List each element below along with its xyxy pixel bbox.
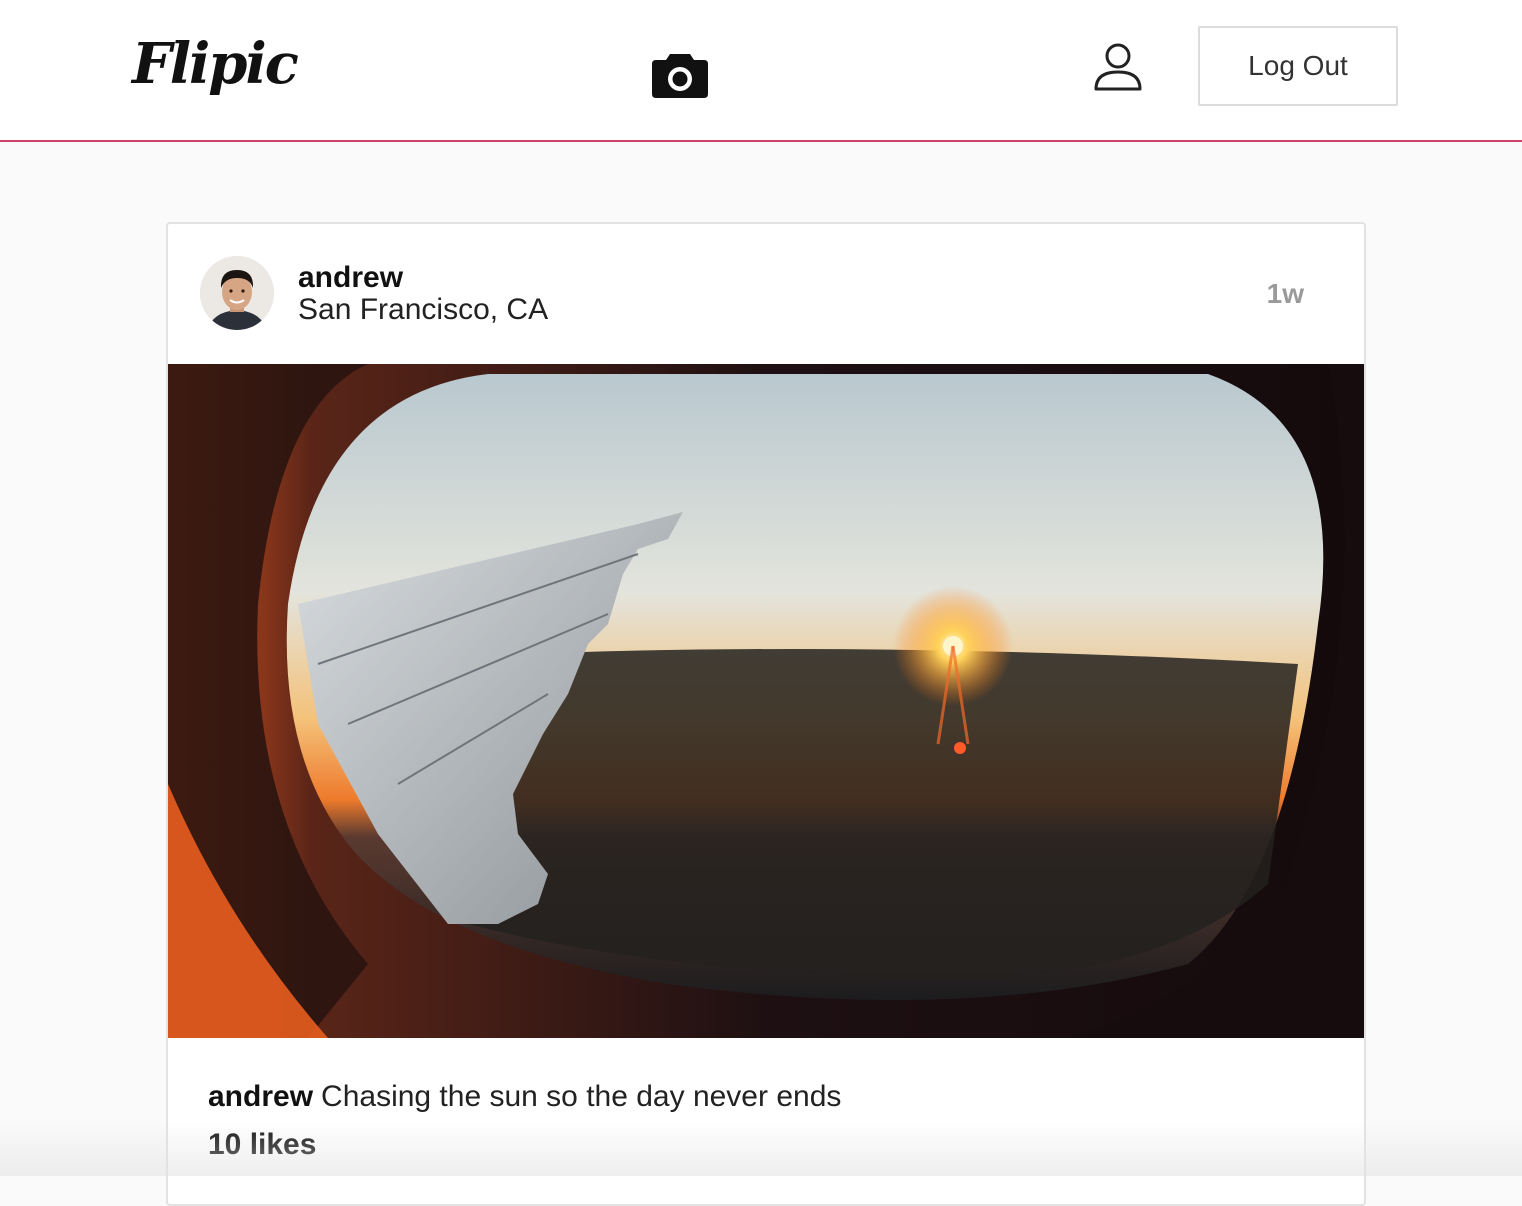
camera-icon[interactable] bbox=[650, 48, 710, 102]
post-username[interactable]: andrew bbox=[298, 260, 403, 296]
top-navbar: Flipic Log Out bbox=[0, 0, 1522, 142]
post-card: andrew San Francisco, CA 1w andrew Chasi… bbox=[166, 222, 1366, 1206]
post-photo[interactable] bbox=[168, 364, 1364, 1038]
caption-username[interactable]: andrew bbox=[208, 1080, 313, 1113]
flipic-logo[interactable]: Flipic bbox=[132, 36, 299, 92]
likes-count[interactable]: 10 likes bbox=[208, 1128, 316, 1162]
avatar[interactable] bbox=[200, 256, 274, 330]
post-timestamp: 1w bbox=[1266, 278, 1304, 309]
user-icon[interactable] bbox=[1093, 42, 1143, 92]
logout-button[interactable]: Log Out bbox=[1198, 26, 1398, 106]
caption-text: Chasing the sun so the day never ends bbox=[321, 1080, 842, 1113]
post-caption: andrew Chasing the sun so the day never e… bbox=[208, 1080, 841, 1114]
post-location[interactable]: San Francisco, CA bbox=[298, 292, 548, 328]
